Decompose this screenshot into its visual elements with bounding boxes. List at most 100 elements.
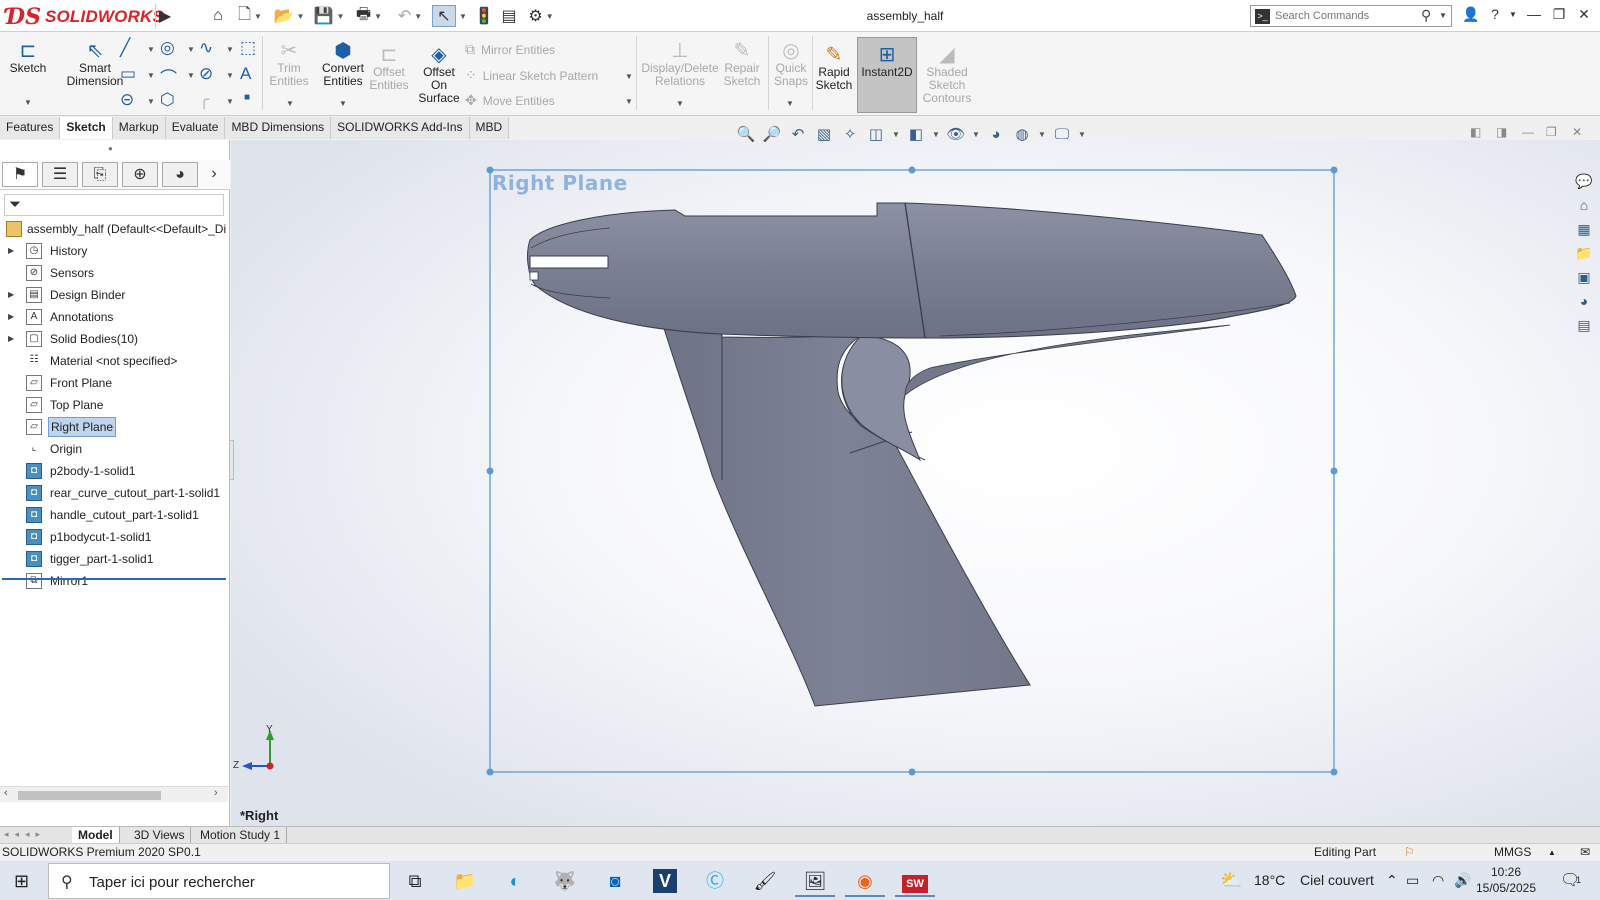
scroll-left-icon[interactable]: ‹ [4,787,8,799]
sensors-icon: ⊘ [26,265,42,281]
view-settings-icon[interactable]: 🖵 [1052,126,1072,143]
design-library-icon[interactable]: ▦ [1573,218,1595,240]
tree-item-body[interactable]: ◘ p2body-1-solid1 [0,460,230,482]
solidworks-resources-icon[interactable]: 💬 [1573,170,1595,192]
tree-item-right-plane[interactable]: ▱ Right Plane [0,416,230,438]
heads-up-view-toolbar: 🔍 🔎 ↶ ▧ ✧ ◫ ▼ ◧ ▼ 👁 ▼ ◕ ◍ ▼ 🖵 ▼ [736,123,1086,145]
apply-scene-icon[interactable]: ◍ [1012,125,1032,143]
dimxpertmanager-tab-icon[interactable]: ⊕ [122,162,158,187]
appearances-icon[interactable]: ◕ [1573,290,1595,312]
panel-grip-icon[interactable]: ● [108,144,113,153]
weather-description[interactable]: Ciel couvert [1300,861,1374,900]
displaymanager-tab-icon[interactable]: ◕ [162,162,198,187]
weather-cloud-icon[interactable]: ⛅ [1220,861,1242,900]
rear-body[interactable] [904,202,1297,339]
firefox-icon[interactable]: ◉ [845,865,885,897]
scroll-thumb[interactable] [18,791,161,800]
zoom-to-fit-icon[interactable]: 🔍 [736,125,756,143]
show-hidden-icons-chevron-icon[interactable]: ⌃ [1386,861,1398,900]
previous-view-icon[interactable]: ↶ [788,125,808,143]
status-bar: SOLIDWORKS Premium 2020 SP0.1 Editing Pa… [0,843,1600,861]
units-dropdown-icon[interactable]: ▲ [1548,844,1556,861]
hide-show-dropdown-icon[interactable]: ▼ [972,130,980,139]
device-icon[interactable]: ▭ [1406,861,1419,900]
vectorworks-icon[interactable]: V [645,865,685,897]
viewport-close-icon[interactable]: ✕ [1572,125,1582,139]
weather-temperature[interactable]: 18°C [1254,861,1285,900]
zoom-to-area-icon[interactable]: 🔎 [762,125,782,143]
wifi-icon[interactable]: ◠ [1432,861,1444,900]
tree-item-body[interactable]: ◘ handle_cutout_part-1-solid1 [0,504,230,526]
annotations-icon: A [26,309,42,325]
front-body[interactable] [527,202,926,339]
tab-navigation-arrows-icon[interactable]: ◂◂◂▸ [4,829,46,840]
apply-scene-dropdown-icon[interactable]: ▼ [1038,130,1046,139]
tree-item-body[interactable]: ◘ p1bodycut-1-solid1 [0,526,230,548]
tree-item-body[interactable]: ◘ tigger_part-1-solid1 [0,548,230,570]
tree-item-solid-bodies[interactable]: ▶ ▢ Solid Bodies(10) [0,328,230,350]
file-explorer-icon[interactable]: 📁 [1573,242,1595,264]
hide-show-items-icon[interactable]: 👁 [946,125,966,143]
viewport-restore-icon[interactable]: ❐ [1546,125,1557,139]
tile-right-icon[interactable]: ◨ [1496,125,1507,139]
tab-motion-study[interactable]: Motion Study 1 [194,827,288,844]
plane-icon: ▱ [26,419,42,435]
volume-icon[interactable]: 🔊 [1454,861,1471,900]
featuremanager-tab-icon[interactable]: ⚑ [2,162,38,187]
tree-item-history[interactable]: ▶ ◷ History [0,240,230,262]
tree-item-origin[interactable]: ⌞ Origin [0,438,230,460]
view-orientation-dropdown-icon[interactable]: ▼ [892,130,900,139]
rollback-bar[interactable] [2,578,226,580]
edit-appearance-icon[interactable]: ◕ [986,126,1006,143]
tree-item-sensors[interactable]: ⊘ Sensors [0,262,230,284]
taskbar-search[interactable]: ⚲ Taper ici pour rechercher [48,863,390,899]
propertymanager-tab-icon[interactable]: ☰ [42,162,78,187]
more-tabs-arrow-icon[interactable]: › [202,162,226,187]
panel-splitter[interactable] [229,440,234,480]
view-settings-dropdown-icon[interactable]: ▼ [1078,130,1086,139]
tree-item-front-plane[interactable]: ▱ Front Plane [0,372,230,394]
tree-filter[interactable]: ⏷ [4,194,224,216]
tree-horizontal-scrollbar[interactable]: ‹ › [0,786,228,802]
home-resources-icon[interactable]: ⌂ [1573,194,1595,216]
rebuild-status-icon[interactable]: ⚐ [1404,844,1415,861]
c-app-icon[interactable]: Ⓒ [695,865,735,897]
units-selector[interactable]: MMGS [1494,844,1531,861]
status-message-icon[interactable]: ✉ [1580,844,1590,861]
task-view-icon[interactable]: ⧉ [395,865,435,897]
tab-model[interactable]: Model [72,827,120,844]
viewport-minimize-icon[interactable]: — [1522,125,1534,139]
view-orientation-icon[interactable]: ◫ [866,125,886,143]
file-explorer-icon[interactable]: 📁 [445,865,485,897]
view-palette-icon[interactable]: ▣ [1573,266,1595,288]
photos-icon[interactable]: 🖼 [795,865,835,897]
scroll-right-icon[interactable]: › [214,787,218,799]
plane-icon: ▱ [26,397,42,413]
tree-item-top-plane[interactable]: ▱ Top Plane [0,394,230,416]
configurationmanager-tab-icon[interactable]: ⎘ [82,162,118,187]
system-clock[interactable]: 10:26 15/05/2025 [1474,864,1538,896]
expand-arrow-icon[interactable]: ▶ [8,328,14,350]
section-view-icon[interactable]: ▧ [814,125,834,143]
paint-tool-icon[interactable]: 🖌 [745,865,785,897]
tile-left-icon[interactable]: ◧ [1470,125,1481,139]
gimp-icon[interactable]: 🐺 [545,865,585,897]
solidworks-taskbar-icon[interactable]: SW [895,865,935,897]
display-style-icon[interactable]: ◧ [906,125,926,143]
dynamic-annotation-icon[interactable]: ✧ [840,125,860,143]
expand-arrow-icon[interactable]: ▶ [8,284,14,306]
tree-root-assembly-half[interactable]: assembly_half (Default<<Default>_Di [0,218,230,240]
tree-item-mirror1[interactable]: ⧉ Mirror1 [0,570,230,592]
expand-arrow-icon[interactable]: ▶ [8,240,14,262]
tree-item-material[interactable]: ☷ Material <not specified> [0,350,230,372]
custom-properties-icon[interactable]: ▤ [1573,314,1595,336]
edge-browser-icon[interactable]: ◐ [495,865,535,897]
expand-arrow-icon[interactable]: ▶ [8,306,14,328]
tab-3d-views[interactable]: 3D Views [128,827,192,844]
tree-item-design-binder[interactable]: ▶ ▤ Design Binder [0,284,230,306]
display-style-dropdown-icon[interactable]: ▼ [932,130,940,139]
outlook-icon[interactable]: ◙ [595,865,635,897]
windows-start-icon[interactable]: ⊞ [14,871,29,892]
tree-item-annotations[interactable]: ▶ A Annotations [0,306,230,328]
tree-item-body[interactable]: ◘ rear_curve_cutout_part-1-solid1 [0,482,230,504]
